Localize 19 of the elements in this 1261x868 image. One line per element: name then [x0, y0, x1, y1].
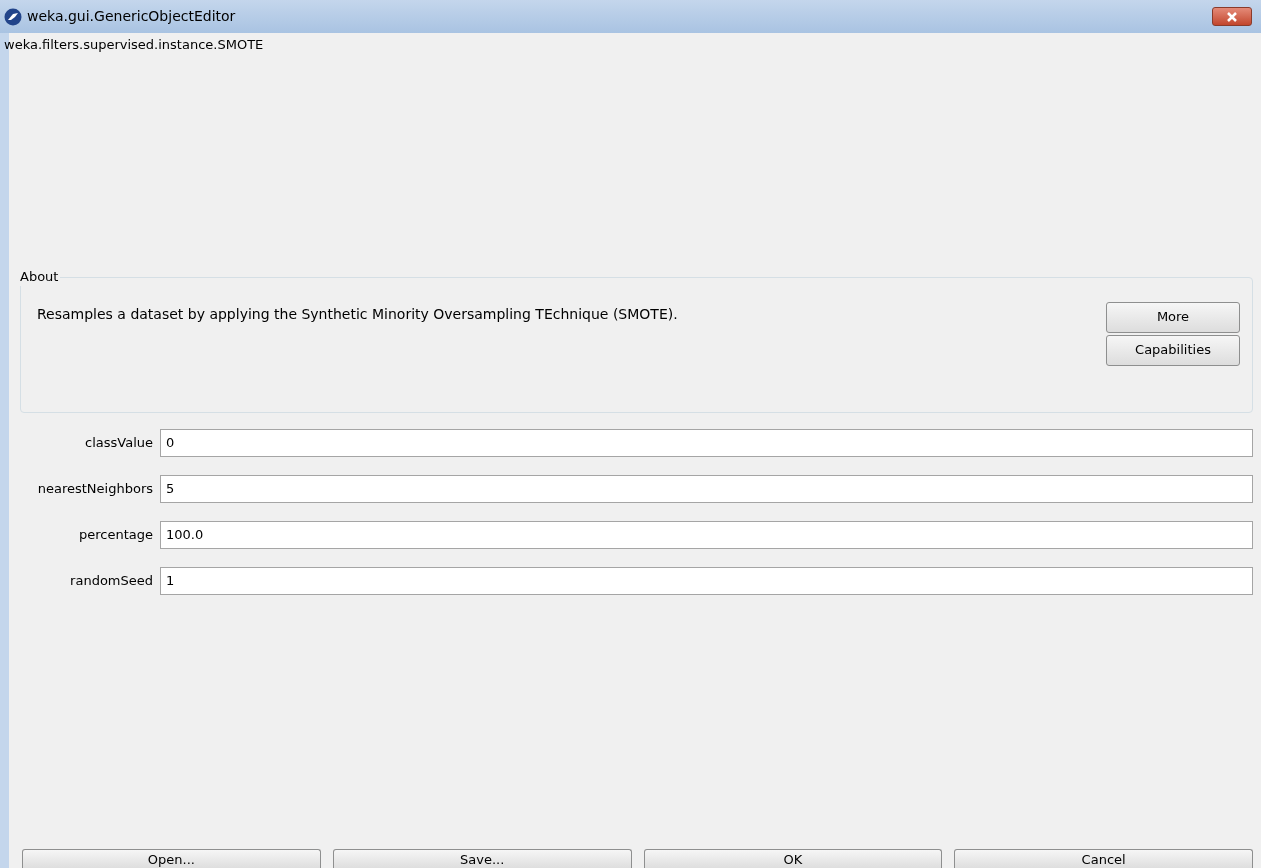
property-field[interactable]: 0 [160, 428, 1253, 457]
property-field[interactable]: 1 [160, 566, 1253, 595]
dialog-button[interactable]: Open... [22, 849, 321, 868]
about-text: Resamples a dataset by applying the Synthetic Minority Oversampling TEchnique (SMOTE). [37, 304, 679, 324]
about-button[interactable]: More [1106, 301, 1240, 333]
property-field[interactable]: 100.0 [160, 520, 1253, 549]
close-icon [1226, 11, 1238, 22]
close-button[interactable] [1212, 7, 1252, 26]
property-label: nearestNeighbors [36, 479, 154, 498]
property-field[interactable]: 5 [160, 474, 1253, 503]
dialog-button[interactable]: OK [643, 849, 943, 868]
class-name-label: weka.filters.supervised.instance.SMOTE [4, 36, 265, 54]
dialog-button[interactable]: Save... [332, 849, 632, 868]
dialog-button[interactable]: Cancel [954, 849, 1253, 868]
property-label: randomSeed [69, 571, 154, 590]
property-label: classValue [84, 433, 154, 452]
window-title: weka.gui.GenericObjectEditor [27, 7, 236, 26]
about-button[interactable]: Capabilities [1106, 334, 1240, 366]
property-label: percentage [78, 525, 154, 544]
